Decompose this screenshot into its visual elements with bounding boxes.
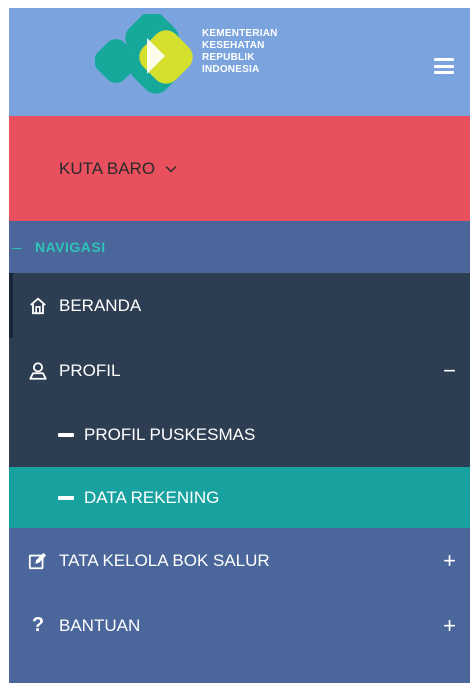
nav-heading: --- NAVIGASI	[9, 221, 470, 273]
menu-item-label: TATA KELOLA BOK SALUR	[59, 550, 270, 570]
location-selector-bar: KUTA BARO	[9, 116, 470, 221]
heading-dash: ---	[11, 239, 22, 255]
dash-icon	[58, 433, 74, 437]
edit-icon	[27, 550, 49, 572]
menu-item-label: BANTUAN	[59, 615, 141, 635]
heading-label: NAVIGASI	[35, 239, 106, 255]
expand-icon[interactable]: +	[443, 549, 456, 572]
menu-item-label: BERANDA	[59, 295, 142, 315]
sidebar: KEMENTERIAN KESEHATAN REPUBLIK INDONESIA…	[9, 8, 470, 683]
chevron-down-icon	[165, 166, 177, 173]
kemenkes-logo	[95, 14, 193, 94]
logo-text: KEMENTERIAN KESEHATAN REPUBLIK INDONESIA	[202, 28, 278, 76]
logo-line: KESEHATAN	[202, 40, 265, 51]
location-label: KUTA BARO	[59, 159, 156, 178]
dash-icon	[58, 495, 74, 500]
home-icon	[27, 295, 49, 317]
submenu-item-profil-puskesmas[interactable]: PROFIL PUSKESMAS	[9, 403, 470, 467]
question-icon: ?	[31, 614, 45, 636]
logo-line: KEMENTERIAN	[202, 28, 278, 39]
menu-item-beranda[interactable]: BERANDA	[9, 273, 470, 338]
menu-item-label: PROFIL	[59, 360, 121, 380]
menu-item-tata-kelola-bok-salur[interactable]: TATA KELOLA BOK SALUR +	[9, 528, 470, 593]
active-indicator	[9, 273, 13, 338]
submenu-item-label: PROFIL PUSKESMAS	[84, 425, 256, 444]
menu-item-bantuan[interactable]: ? BANTUAN +	[9, 593, 470, 658]
user-icon	[27, 360, 49, 382]
submenu-item-data-rekening[interactable]: DATA REKENING	[9, 467, 470, 528]
hamburger-icon[interactable]	[434, 58, 454, 74]
menu-item-profil[interactable]: PROFIL −	[9, 338, 470, 403]
submenu-item-label: DATA REKENING	[84, 487, 220, 507]
location-dropdown[interactable]: KUTA BARO	[59, 156, 177, 182]
sidebar-header: KEMENTERIAN KESEHATAN REPUBLIK INDONESIA	[9, 8, 470, 116]
collapse-icon[interactable]: −	[443, 359, 456, 382]
logo-line: REPUBLIK	[202, 52, 255, 63]
logo-line: INDONESIA	[202, 64, 260, 75]
expand-icon[interactable]: +	[443, 614, 456, 637]
